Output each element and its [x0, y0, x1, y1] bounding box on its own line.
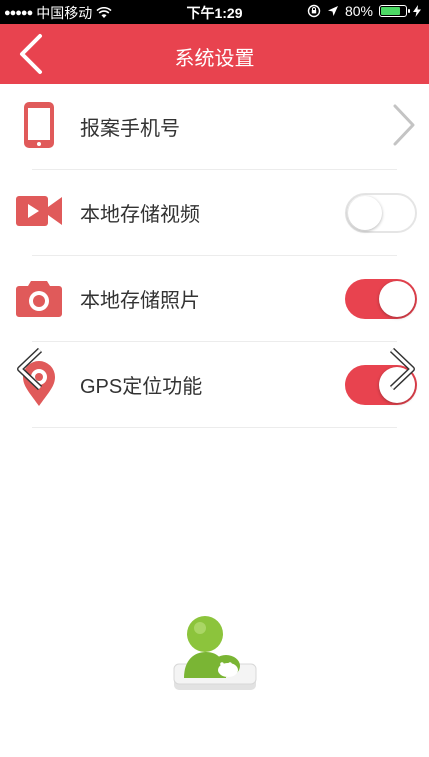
video-storage-toggle[interactable] [345, 193, 417, 233]
battery-percent: 80% [344, 3, 373, 19]
rotation-lock-icon [307, 4, 321, 18]
camera-icon [16, 281, 62, 317]
setting-row-photo: 本地存储照片 [0, 256, 429, 342]
overlay-next-arrow-icon[interactable] [380, 346, 420, 392]
photo-storage-toggle[interactable] [345, 279, 417, 319]
setting-label: 报案手机号 [80, 118, 180, 140]
toggle-knob [379, 281, 415, 317]
charging-bolt-icon [413, 5, 421, 17]
video-camera-icon [16, 196, 62, 226]
phone-icon [24, 102, 54, 148]
setting-label: GPS定位功能 [80, 376, 203, 398]
toggle-knob [348, 196, 382, 230]
status-bar: ●●●●● 中国移动 下午1:29 80% [0, 0, 429, 24]
page-title: 系统设置 [174, 48, 255, 70]
setting-row-phone[interactable]: 报案手机号 [0, 84, 429, 170]
app-logo-icon [173, 616, 257, 690]
battery-icon [379, 5, 410, 17]
divider [32, 427, 397, 428]
nav-bar: 系统设置 [0, 24, 429, 84]
setting-label: 本地存储视频 [80, 204, 200, 226]
chevron-right-icon[interactable] [389, 102, 417, 148]
setting-row-video: 本地存储视频 [0, 170, 429, 256]
location-arrow-icon [327, 6, 338, 16]
overlay-prev-arrow-icon[interactable] [12, 346, 52, 392]
setting-label: 本地存储照片 [80, 290, 200, 312]
status-right: 80% [307, 3, 421, 19]
setting-row-gps: GPS定位功能 [0, 342, 429, 428]
